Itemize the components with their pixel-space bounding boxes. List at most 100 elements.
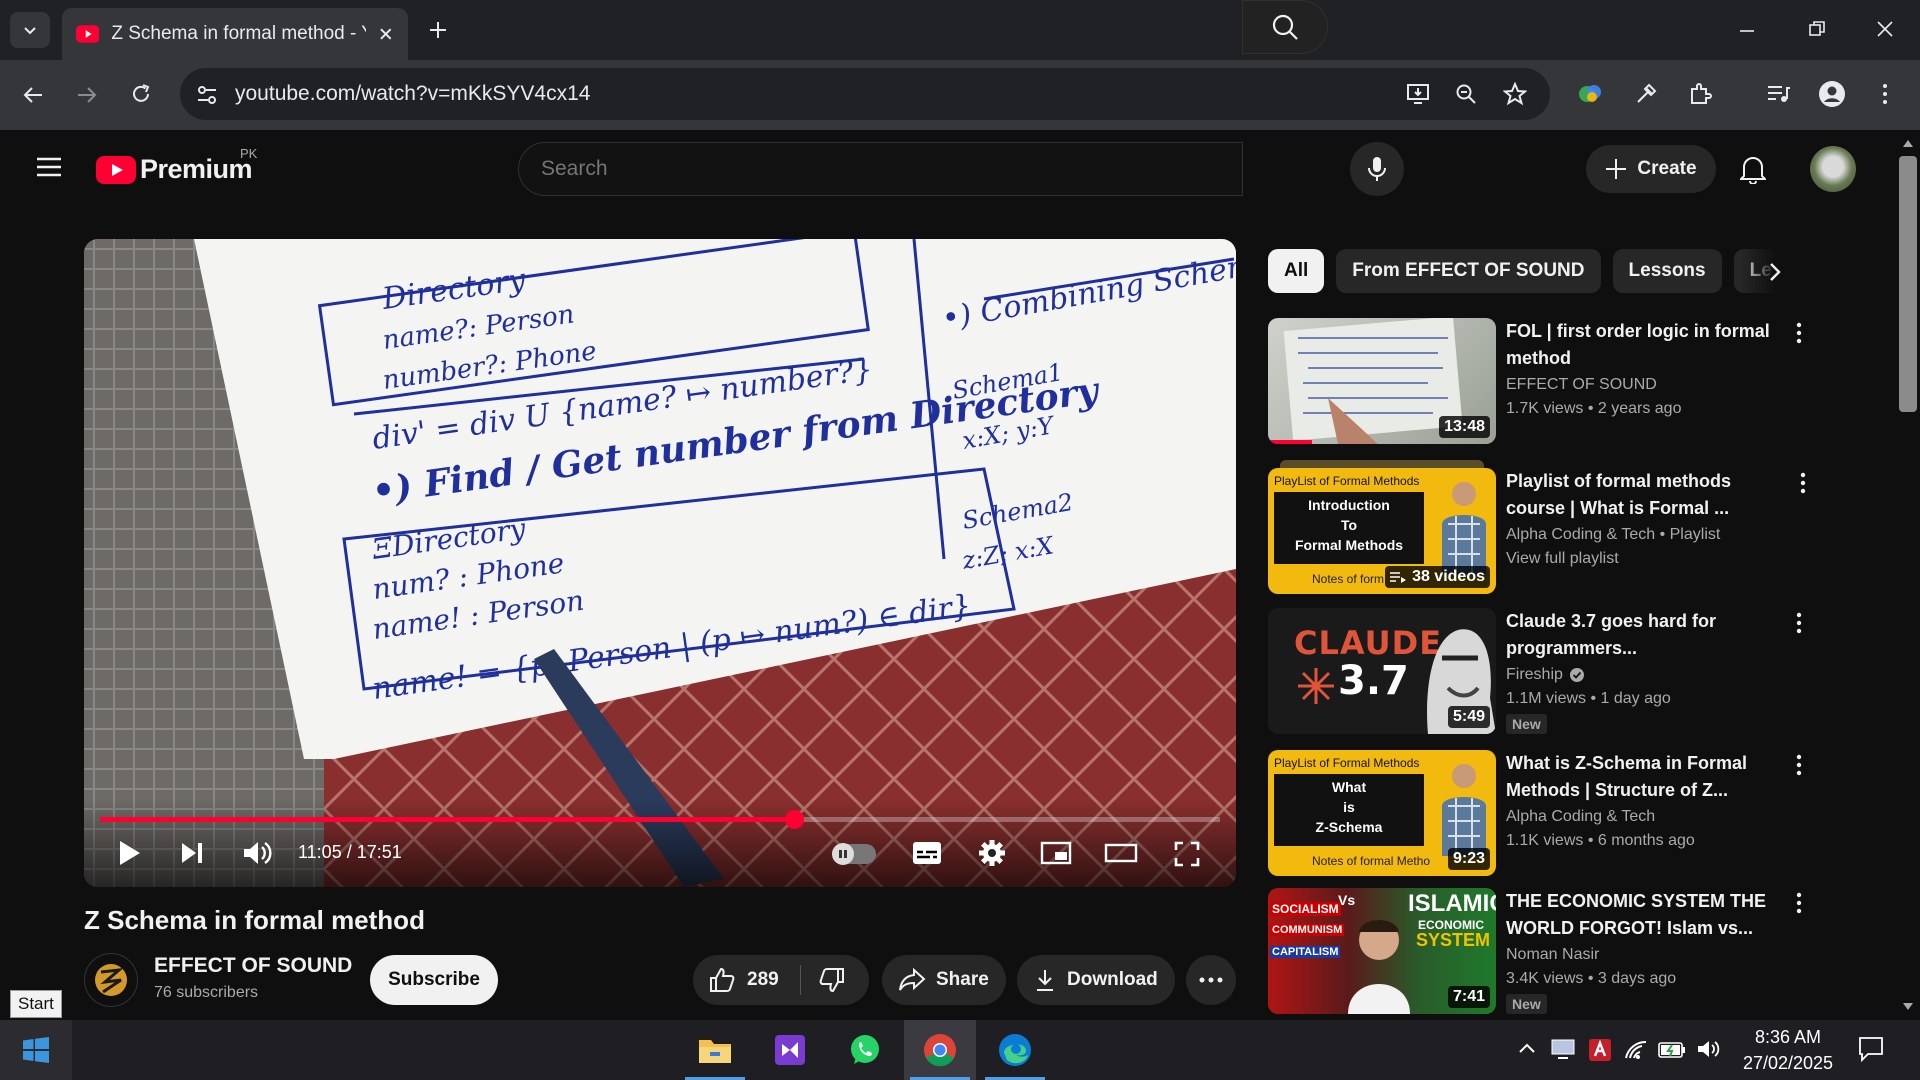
chip-from-channel[interactable]: From EFFECT OF SOUND bbox=[1336, 249, 1601, 293]
recommendation-channel[interactable]: Noman Nasir bbox=[1506, 946, 1599, 964]
like-button[interactable]: 289 bbox=[693, 965, 801, 995]
recommendation-item[interactable]: PlayList of Formal Methods What is Z-Sch… bbox=[1268, 750, 1828, 876]
recommendation-channel[interactable]: Fireship bbox=[1506, 666, 1563, 684]
taskbar-visual-studio[interactable] bbox=[754, 1020, 826, 1080]
youtube-premium-logo[interactable]: Premium bbox=[96, 154, 253, 185]
close-tab-icon[interactable] bbox=[378, 26, 394, 42]
settings-gear-icon[interactable] bbox=[978, 839, 1006, 867]
video-thumbnail[interactable]: SOCIALISM Vs ISLAMIC ECONOMIC SYSTEM COM… bbox=[1268, 888, 1496, 1014]
voice-search-button[interactable] bbox=[1350, 142, 1404, 196]
subscribe-button[interactable]: Subscribe bbox=[370, 955, 498, 1005]
new-tab-icon[interactable] bbox=[428, 20, 448, 40]
more-vertical-icon[interactable] bbox=[1792, 472, 1814, 494]
chip-lessons[interactable]: Lessons bbox=[1612, 249, 1722, 293]
windows-logo-icon bbox=[23, 1037, 49, 1063]
recommendation-title[interactable]: THE ECONOMIC SYSTEM THE WORLD FORGOT! Is… bbox=[1506, 888, 1792, 942]
extension-colorful-icon[interactable] bbox=[1578, 82, 1604, 106]
eyedropper-icon[interactable] bbox=[1634, 82, 1658, 106]
video-player[interactable]: Directory name?: Person number?: Phone d… bbox=[84, 239, 1236, 887]
extensions-puzzle-icon[interactable] bbox=[1688, 82, 1712, 106]
zoom-icon[interactable] bbox=[1455, 83, 1477, 105]
more-horizontal-icon bbox=[1199, 977, 1223, 983]
url-text[interactable]: youtube.com/watch?v=mKkSYV4cx14 bbox=[235, 82, 590, 106]
recommendation-title[interactable]: What is Z-Schema in Formal Methods | Str… bbox=[1506, 750, 1792, 804]
recommendation-title[interactable]: FOL | first order logic in formal method bbox=[1506, 318, 1792, 372]
video-thumbnail[interactable]: PlayList of Formal Methods What is Z-Sch… bbox=[1268, 750, 1496, 876]
progress-bar[interactable] bbox=[100, 810, 1220, 829]
show-hidden-icons-icon[interactable] bbox=[1518, 1042, 1536, 1054]
recommendation-item[interactable]: CLAUDE 3.7 5:49 Claude 3.7 goes hard for… bbox=[1268, 608, 1828, 734]
taskbar-chrome[interactable] bbox=[904, 1020, 976, 1080]
search-box[interactable] bbox=[518, 142, 1243, 196]
miniplayer-icon[interactable] bbox=[1040, 841, 1072, 865]
browser-tab-active[interactable]: Z Schema in formal method - Yo bbox=[62, 8, 408, 60]
bookmark-star-icon[interactable] bbox=[1503, 82, 1527, 106]
tray-antivirus-icon[interactable] bbox=[1588, 1038, 1612, 1062]
scroll-up-arrow-icon[interactable] bbox=[1902, 138, 1914, 148]
site-info-icon[interactable] bbox=[196, 84, 218, 106]
play-icon[interactable] bbox=[118, 839, 142, 867]
more-vertical-icon[interactable] bbox=[1788, 612, 1810, 634]
hamburger-menu-icon[interactable] bbox=[36, 156, 62, 178]
more-vertical-icon[interactable] bbox=[1788, 322, 1810, 344]
video-thumbnail[interactable]: PlayList of Formal Methods Introduction … bbox=[1268, 468, 1496, 594]
minimize-window-icon[interactable] bbox=[1738, 22, 1756, 40]
recommendation-channel[interactable]: Alpha Coding & Tech • Playlist bbox=[1506, 526, 1720, 544]
more-vertical-icon[interactable] bbox=[1788, 892, 1810, 914]
video-thumbnail[interactable]: 13:48 bbox=[1268, 318, 1496, 444]
subtitles-icon[interactable] bbox=[912, 841, 942, 865]
recommendation-channel[interactable]: Alpha Coding & Tech bbox=[1506, 808, 1655, 826]
start-button[interactable] bbox=[0, 1020, 72, 1080]
more-vertical-icon[interactable] bbox=[1788, 754, 1810, 776]
taskbar-whatsapp[interactable] bbox=[829, 1020, 901, 1080]
download-button[interactable]: Download bbox=[1017, 955, 1175, 1005]
reload-icon[interactable] bbox=[130, 83, 152, 105]
recommendation-item[interactable]: SOCIALISM Vs ISLAMIC ECONOMIC SYSTEM COM… bbox=[1268, 888, 1828, 1014]
restore-window-icon[interactable] bbox=[1808, 20, 1826, 38]
like-dislike-group: 289 bbox=[693, 955, 869, 1005]
install-app-icon[interactable] bbox=[1406, 83, 1430, 105]
profile-icon[interactable] bbox=[1818, 80, 1846, 108]
fullscreen-icon[interactable] bbox=[1174, 841, 1200, 867]
browser-menu-icon[interactable] bbox=[1878, 82, 1892, 106]
notification-center-icon[interactable] bbox=[1858, 1036, 1884, 1062]
channel-name[interactable]: EFFECT OF SOUND bbox=[154, 954, 352, 978]
dislike-button[interactable] bbox=[801, 967, 845, 993]
media-control-icon[interactable] bbox=[1766, 84, 1790, 104]
video-thumbnail[interactable]: CLAUDE 3.7 5:49 bbox=[1268, 608, 1496, 734]
wifi-icon[interactable] bbox=[1624, 1040, 1648, 1060]
next-video-icon[interactable] bbox=[180, 841, 204, 865]
autoplay-toggle[interactable] bbox=[832, 843, 876, 865]
recommendation-channel[interactable]: EFFECT OF SOUND bbox=[1506, 376, 1657, 394]
taskbar-file-explorer[interactable] bbox=[679, 1020, 751, 1080]
channel-avatar[interactable] bbox=[84, 953, 138, 1007]
taskbar-edge[interactable] bbox=[979, 1020, 1051, 1080]
create-button[interactable]: Create bbox=[1586, 145, 1716, 193]
taskbar-clock[interactable]: 8:36 AM 27/02/2025 bbox=[1728, 1024, 1848, 1076]
search-button[interactable] bbox=[1242, 0, 1328, 54]
theater-mode-icon[interactable] bbox=[1104, 843, 1138, 863]
volume-speaker-icon[interactable] bbox=[1696, 1038, 1722, 1060]
notifications-bell-icon[interactable] bbox=[1740, 154, 1766, 184]
chip-all[interactable]: All bbox=[1268, 249, 1325, 293]
forward-icon[interactable] bbox=[76, 84, 98, 106]
recommendation-title[interactable]: Claude 3.7 goes hard for programmers... bbox=[1506, 608, 1792, 662]
battery-charging-icon[interactable] bbox=[1658, 1042, 1686, 1058]
close-window-icon[interactable] bbox=[1876, 20, 1894, 38]
search-input[interactable] bbox=[519, 143, 1242, 195]
account-avatar[interactable] bbox=[1810, 146, 1856, 192]
recommendation-title[interactable]: Playlist of formal methods course | What… bbox=[1506, 468, 1792, 522]
recommendation-item[interactable]: 13:48 FOL | first order logic in formal … bbox=[1268, 318, 1828, 444]
scrollbar-thumb[interactable] bbox=[1899, 156, 1917, 412]
recommendation-channel-row: Fireship bbox=[1506, 666, 1585, 684]
more-actions-button[interactable] bbox=[1186, 955, 1236, 1005]
view-full-playlist-link[interactable]: View full playlist bbox=[1506, 550, 1619, 568]
volume-icon[interactable] bbox=[242, 839, 272, 867]
back-icon[interactable] bbox=[22, 84, 44, 106]
tray-display-icon[interactable] bbox=[1550, 1038, 1576, 1060]
chevron-right-icon[interactable] bbox=[1768, 262, 1782, 282]
recommendation-playlist[interactable]: PlayList of Formal Methods Introduction … bbox=[1268, 460, 1828, 596]
share-button[interactable]: Share bbox=[882, 955, 1006, 1005]
tab-list-button[interactable] bbox=[10, 12, 50, 48]
scroll-down-arrow-icon[interactable] bbox=[1902, 1002, 1914, 1012]
